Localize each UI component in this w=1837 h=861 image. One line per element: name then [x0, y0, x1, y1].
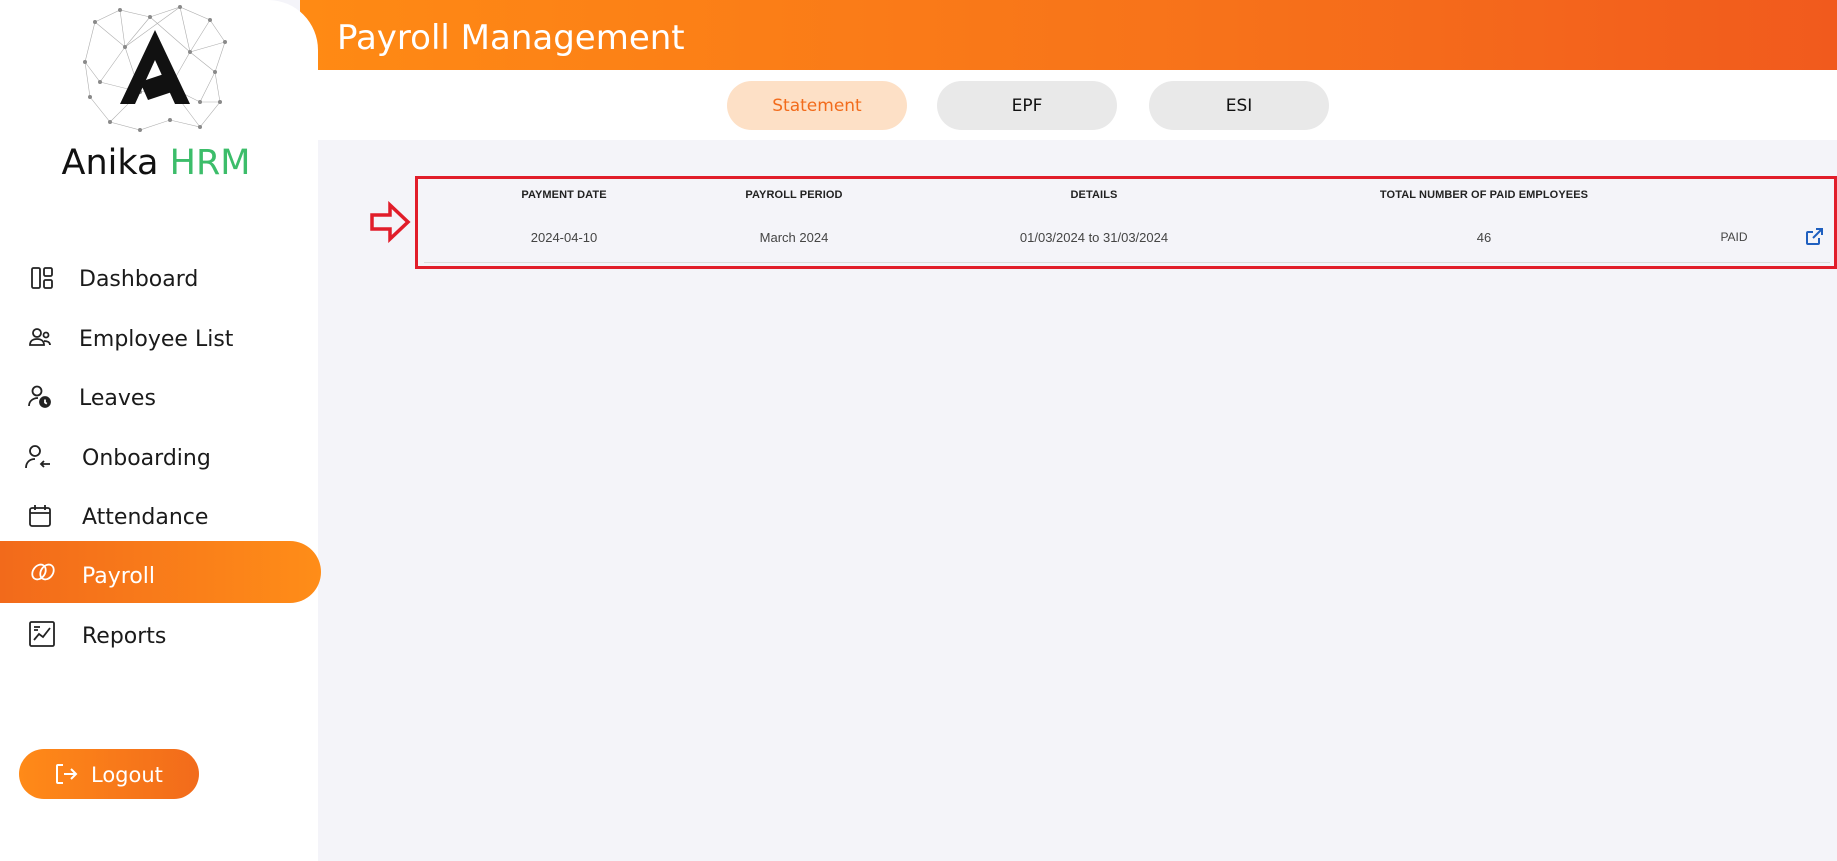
- dashboard-icon: [28, 264, 56, 292]
- sidebar-item-label: Employee List: [79, 327, 234, 352]
- external-link-icon[interactable]: [1804, 227, 1824, 247]
- tab-statement[interactable]: Statement: [727, 81, 907, 130]
- tab-epf[interactable]: EPF: [937, 81, 1117, 130]
- column-header-details: DETAILS: [1070, 189, 1118, 201]
- brand-name-text: Anika: [61, 143, 159, 183]
- logo: [80, 2, 230, 132]
- table-row[interactable]: PAYMENT DATE PAYROLL PERIOD DETAILS TOTA…: [424, 179, 1830, 263]
- logout-button[interactable]: Logout: [19, 749, 199, 799]
- column-header-paid-employees: TOTAL NUMBER OF PAID EMPLOYEES: [1379, 189, 1589, 201]
- payroll-statement-table: PAYMENT DATE PAYROLL PERIOD DETAILS TOTA…: [415, 176, 1837, 269]
- sidebar-item-reports[interactable]: Reports: [0, 604, 321, 666]
- sidebar-item-label: Reports: [82, 624, 167, 649]
- sidebar-item-employee-list[interactable]: Employee List: [0, 307, 321, 369]
- logout-label: Logout: [91, 763, 163, 787]
- users-icon: [26, 324, 54, 352]
- cell-paid-employees: 46: [1476, 230, 1492, 245]
- sidebar-item-label: Onboarding: [82, 446, 211, 471]
- sidebar-item-label: Dashboard: [79, 267, 199, 292]
- logout-icon: [53, 761, 79, 787]
- sidebar-item-payroll[interactable]: Payroll: [0, 541, 321, 603]
- sidebar-item-attendance[interactable]: Attendance: [0, 485, 321, 547]
- cell-payroll-period: March 2024: [759, 230, 829, 245]
- sidebar-item-label: Attendance: [82, 505, 209, 530]
- sidebar: Anika HRM Dashboard Employee List Leaves…: [0, 0, 321, 861]
- cell-details: 01/03/2024 to 31/03/2024: [1019, 230, 1169, 245]
- user-clock-icon: [26, 383, 54, 411]
- sidebar-item-dashboard[interactable]: Dashboard: [0, 247, 321, 309]
- chart-icon: [28, 620, 56, 648]
- brand-accent-text: HRM: [169, 143, 251, 183]
- calendar-icon: [26, 502, 54, 530]
- brand-name: Anika HRM: [0, 143, 312, 183]
- column-header-payment-date: PAYMENT DATE: [521, 189, 607, 201]
- payroll-icon: [29, 558, 57, 586]
- page-title: Payroll Management: [337, 18, 685, 58]
- user-arrow-icon: [24, 443, 52, 471]
- sidebar-item-label: Payroll: [82, 564, 156, 589]
- right-arrow-icon: [369, 200, 411, 244]
- cell-payment-date: 2024-04-10: [530, 230, 598, 245]
- status-badge: PAID: [1720, 230, 1748, 244]
- sidebar-item-onboarding[interactable]: Onboarding: [0, 426, 321, 488]
- tab-esi[interactable]: ESI: [1149, 81, 1329, 130]
- sidebar-item-leaves[interactable]: Leaves: [0, 366, 321, 428]
- column-header-payroll-period: PAYROLL PERIOD: [745, 189, 843, 201]
- tabs-bar: Statement EPF ESI: [318, 70, 1837, 140]
- sidebar-item-label: Leaves: [79, 386, 156, 411]
